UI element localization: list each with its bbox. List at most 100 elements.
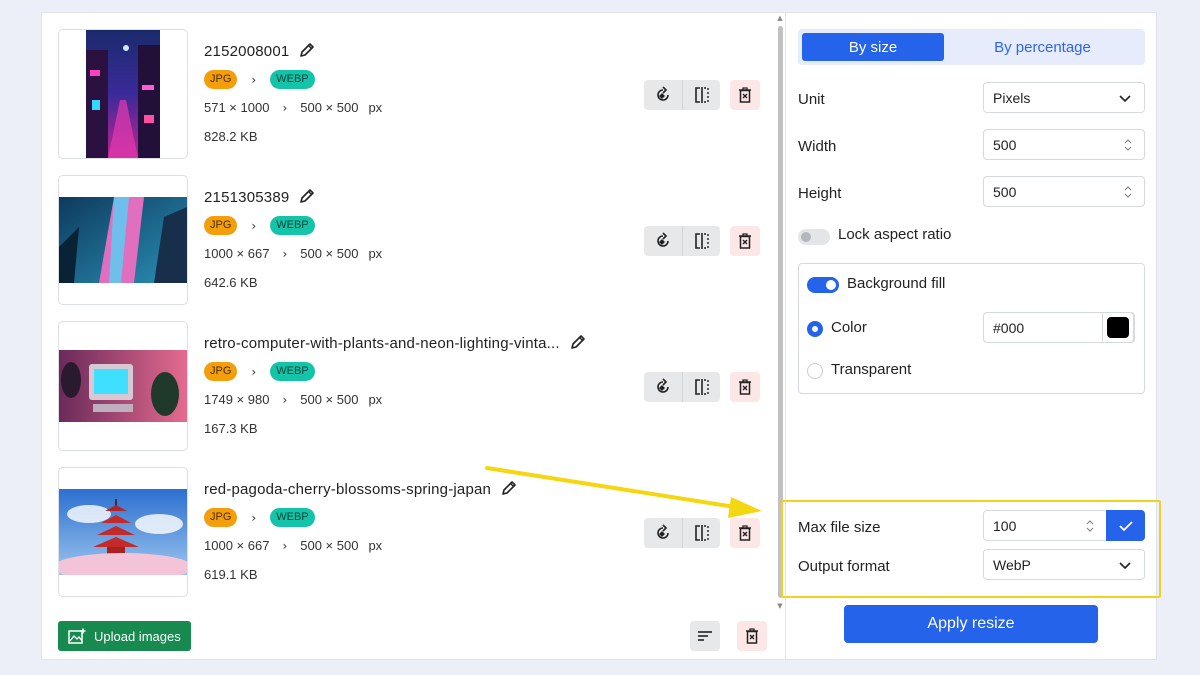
chevron-right-icon: › <box>282 246 288 261</box>
delete-button[interactable] <box>730 80 760 110</box>
format-badges: JPG › WEBP <box>204 508 315 527</box>
source-format-badge: JPG <box>204 508 238 527</box>
row-actions <box>644 518 760 548</box>
delete-button[interactable] <box>730 372 760 402</box>
target-format-badge: WEBP <box>270 508 315 527</box>
delete-button[interactable] <box>730 518 760 548</box>
flip-icon <box>694 525 709 541</box>
format-badges: JPG › WEBP <box>204 216 315 235</box>
unit-value: Pixels <box>993 89 1031 106</box>
highlight-box <box>781 500 1161 598</box>
file-size: 642.6 KB <box>204 275 258 290</box>
file-name-text: retro-computer-with-plants-and-neon-ligh… <box>204 335 560 352</box>
chevron-right-icon: › <box>282 538 288 553</box>
height-value: 500 <box>993 183 1017 200</box>
add-image-icon <box>68 628 86 644</box>
rotate-button[interactable] <box>644 518 682 548</box>
source-format-badge: JPG <box>204 362 238 381</box>
tab-by-size[interactable]: By size <box>802 33 944 61</box>
flip-button[interactable] <box>682 518 720 548</box>
original-dimensions: 571 × 1000 <box>204 100 270 115</box>
rotate-button[interactable] <box>644 372 682 402</box>
pencil-icon[interactable] <box>501 480 517 496</box>
trash-icon <box>739 87 751 103</box>
row-actions <box>644 226 760 256</box>
flip-icon <box>694 87 709 103</box>
image-thumbnail <box>58 321 188 451</box>
color-radio[interactable] <box>807 321 823 337</box>
width-input[interactable]: 500 <box>983 129 1145 160</box>
flip-button[interactable] <box>682 80 720 110</box>
image-thumbnail <box>58 467 188 597</box>
file-size: 167.3 KB <box>204 421 258 436</box>
image-thumbnail <box>58 29 188 159</box>
height-input[interactable]: 500 <box>983 176 1145 207</box>
scroll-down-icon[interactable]: ▼ <box>775 601 785 611</box>
rotate-button[interactable] <box>644 226 682 256</box>
list-item: red-pagoda-cherry-blossoms-spring-japan … <box>58 467 770 597</box>
dimensions: 1000 × 667 › 500 × 500 px <box>204 246 382 261</box>
stepper-icon[interactable] <box>1121 136 1135 154</box>
target-format-badge: WEBP <box>270 362 315 381</box>
target-format-badge: WEBP <box>270 216 315 235</box>
lock-aspect-toggle[interactable] <box>798 229 830 245</box>
chevron-right-icon: › <box>282 392 288 407</box>
delete-all-button[interactable] <box>737 621 767 651</box>
tab-by-percentage[interactable]: By percentage <box>944 33 1141 61</box>
rotate-icon <box>657 378 669 393</box>
target-format-badge: WEBP <box>270 70 315 89</box>
neon-tower-image <box>59 197 187 283</box>
target-dimensions: 500 × 500 <box>300 100 359 115</box>
resize-mode-toggle: By size By percentage <box>798 29 1145 65</box>
file-size: 828.2 KB <box>204 129 258 144</box>
upload-label: Upload images <box>94 628 181 644</box>
background-fill-toggle[interactable] <box>807 277 839 293</box>
width-label: Width <box>798 138 837 155</box>
image-thumbnail <box>58 175 188 305</box>
target-dimensions: 500 × 500 <box>300 246 359 261</box>
sort-button[interactable] <box>690 621 720 651</box>
flip-button[interactable] <box>682 226 720 256</box>
file-name-text: red-pagoda-cherry-blossoms-spring-japan <box>204 481 492 498</box>
transparent-radio[interactable] <box>807 363 823 379</box>
delete-button[interactable] <box>730 226 760 256</box>
dimension-unit: px <box>368 100 383 115</box>
pencil-icon[interactable] <box>299 188 315 204</box>
rotate-icon <box>657 524 669 539</box>
list-item: 2151305389 JPG › WEBP 1000 × 667 › 500 ×… <box>58 175 770 305</box>
stepper-icon[interactable] <box>1121 183 1135 201</box>
neon-street-image <box>86 30 160 158</box>
width-value: 500 <box>993 136 1017 153</box>
chevron-right-icon: › <box>251 72 257 87</box>
background-fill-box: Background fill Color #000 Transparent <box>798 263 1145 394</box>
dimension-unit: px <box>368 392 383 407</box>
file-name: retro-computer-with-plants-and-neon-ligh… <box>204 334 586 352</box>
chevron-down-icon <box>1119 95 1131 103</box>
trash-icon <box>739 525 751 541</box>
rotate-icon <box>657 232 669 247</box>
color-hex-input[interactable]: #000 <box>983 312 1135 343</box>
trash-icon <box>739 379 751 395</box>
dimensions: 571 × 1000 › 500 × 500 px <box>204 100 382 115</box>
chevron-right-icon: › <box>282 100 288 115</box>
dimensions: 1749 × 980 › 500 × 500 px <box>204 392 382 407</box>
chevron-right-icon: › <box>251 510 257 525</box>
rotate-icon <box>657 86 669 101</box>
rotate-button[interactable] <box>644 80 682 110</box>
flip-button[interactable] <box>682 372 720 402</box>
unit-select[interactable]: Pixels <box>983 82 1145 113</box>
color-picker-button[interactable] <box>1102 312 1134 343</box>
pencil-icon[interactable] <box>299 42 315 58</box>
scroll-up-icon[interactable]: ▲ <box>775 13 785 23</box>
sort-icon <box>698 631 712 641</box>
original-dimensions: 1000 × 667 <box>204 246 270 261</box>
row-actions <box>644 80 760 110</box>
dimension-unit: px <box>368 538 383 553</box>
pencil-icon[interactable] <box>570 334 586 350</box>
chevron-right-icon: › <box>251 218 257 233</box>
color-hex-value: #000 <box>993 319 1025 336</box>
target-dimensions: 500 × 500 <box>300 392 359 407</box>
apply-resize-button[interactable]: Apply resize <box>844 605 1098 643</box>
source-format-badge: JPG <box>204 216 238 235</box>
upload-images-button[interactable]: Upload images <box>58 621 191 651</box>
